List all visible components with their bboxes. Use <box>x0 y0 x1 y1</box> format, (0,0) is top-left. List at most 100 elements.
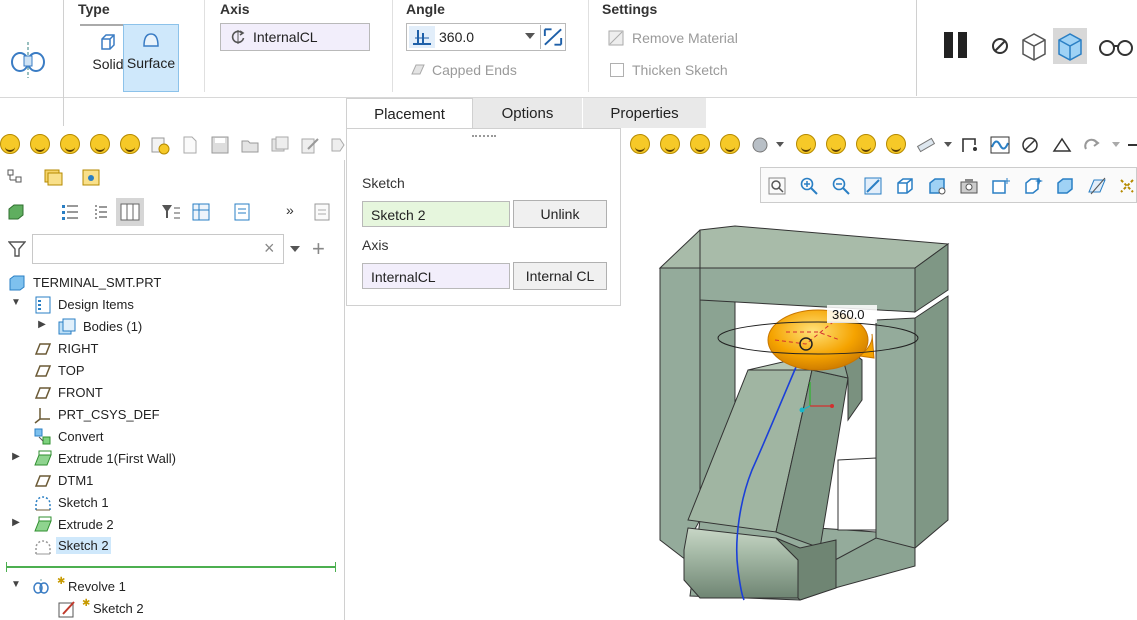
csys-display-icon[interactable] <box>1117 176 1137 196</box>
plane-tool-icon[interactable] <box>1052 135 1072 155</box>
favorites-icon[interactable] <box>80 166 102 188</box>
smiley-icon[interactable] <box>120 134 140 154</box>
smiley-icon[interactable] <box>0 134 20 154</box>
chevron-down-icon[interactable] <box>776 142 784 147</box>
more-icon[interactable] <box>328 135 348 155</box>
tree-filter-icon[interactable] <box>160 202 182 222</box>
folder-browser-icon[interactable] <box>42 166 64 188</box>
tree-item-label: TERMINAL_SMT.PRT <box>33 275 162 290</box>
save-icon[interactable] <box>210 135 230 155</box>
collapsed-caret-icon[interactable]: ▶ <box>10 517 22 528</box>
tree-item-label: Extrude 2 <box>58 517 114 532</box>
repaint-icon[interactable] <box>863 176 883 196</box>
notes-icon[interactable] <box>312 202 332 222</box>
thicken-sketch-option[interactable]: Thicken Sketch <box>610 62 728 78</box>
angle-from-sketch-icon[interactable] <box>409 26 435 48</box>
smiley-icon[interactable] <box>690 134 710 154</box>
tree-settings-icon[interactable] <box>190 202 212 222</box>
window-icon[interactable] <box>270 135 290 155</box>
tree-columns-icon[interactable] <box>116 198 144 226</box>
measure-icon[interactable] <box>916 135 936 155</box>
chevron-down-icon[interactable] <box>944 142 952 147</box>
axis-collector[interactable]: InternalCL <box>220 23 370 51</box>
expand-tree-icon[interactable] <box>90 202 110 222</box>
curve-icon[interactable] <box>990 135 1010 155</box>
appearance-sphere-icon[interactable] <box>750 135 770 155</box>
smiley-icon[interactable] <box>60 134 80 154</box>
collapsed-caret-icon[interactable]: ▶ <box>10 451 22 462</box>
expanded-caret-icon[interactable]: ▼ <box>10 297 22 308</box>
saved-orientations-icon[interactable] <box>895 176 915 196</box>
perspective-icon[interactable] <box>991 176 1011 196</box>
smiley-icon[interactable] <box>856 134 876 154</box>
tree-list-icon[interactable] <box>60 202 80 222</box>
terminal-part-model[interactable]: 360.0 <box>640 222 960 612</box>
smiley-icon[interactable] <box>886 134 906 154</box>
smiley-icon[interactable] <box>720 134 740 154</box>
pause-icon[interactable] <box>941 28 975 64</box>
drag-handle[interactable] <box>472 135 496 138</box>
tab-options[interactable]: Options <box>473 98 583 128</box>
surface-button[interactable]: Surface <box>123 24 179 92</box>
chevron-down-icon[interactable] <box>525 33 535 39</box>
regenerate-icon[interactable] <box>150 135 170 155</box>
overflow-chevron-icon[interactable]: » <box>286 202 294 218</box>
view-manager-icon[interactable] <box>959 176 979 196</box>
smiley-icon[interactable] <box>660 134 680 154</box>
attached-preview-icon[interactable] <box>1017 28 1051 64</box>
filter-icon[interactable] <box>8 240 26 258</box>
remove-material-option[interactable]: Remove Material <box>608 30 738 46</box>
search-input[interactable] <box>32 234 284 264</box>
chevron-down-icon[interactable] <box>1112 142 1120 147</box>
close-icon[interactable]: × <box>264 238 275 259</box>
smiley-icon[interactable] <box>796 134 816 154</box>
model-tree-icon[interactable] <box>6 168 24 186</box>
collapsed-caret-icon[interactable]: ▶ <box>36 319 48 330</box>
internal-cl-button[interactable]: Internal CL <box>513 262 607 290</box>
smiley-icon[interactable] <box>826 134 846 154</box>
revolve-feature-icon <box>11 42 45 78</box>
insert-indicator[interactable] <box>6 562 336 572</box>
more-icon[interactable] <box>1126 135 1137 155</box>
display-style-icon[interactable] <box>927 176 947 196</box>
verify-mode-icon[interactable] <box>1097 28 1135 64</box>
new-file-icon[interactable] <box>180 135 200 155</box>
unlink-button[interactable]: Unlink <box>513 200 607 228</box>
axis-collector-panel[interactable]: InternalCL <box>362 263 510 289</box>
chevron-down-icon[interactable] <box>290 246 300 252</box>
zoom-in-icon[interactable] <box>799 176 819 196</box>
axis-tool-icon[interactable] <box>1020 135 1040 155</box>
spin-center-icon[interactable] <box>1055 176 1075 196</box>
annotation-display-icon[interactable] <box>1023 176 1043 196</box>
smiley-icon[interactable] <box>30 134 50 154</box>
zoom-out-icon[interactable] <box>831 176 851 196</box>
tab-placement[interactable]: Placement <box>346 98 473 128</box>
tree-item-label: Extrude 1(First Wall) <box>58 451 176 466</box>
smiley-icon[interactable] <box>630 134 650 154</box>
no-preview-icon[interactable] <box>985 28 1019 64</box>
solid-icon <box>101 34 115 50</box>
sketch-collector[interactable]: Sketch 2 <box>362 201 510 227</box>
smiley-icon[interactable] <box>90 134 110 154</box>
model-display-icon[interactable] <box>6 202 26 222</box>
datum-point-icon[interactable] <box>960 135 980 155</box>
tree-item-label: PRT_CSYS_DEF <box>58 407 160 422</box>
thicken-sketch-label: Thicken Sketch <box>632 62 728 78</box>
refit-icon[interactable] <box>767 176 787 196</box>
thicken-sketch-checkbox[interactable] <box>610 63 624 77</box>
angle-dimension-label[interactable]: 360.0 <box>832 307 865 322</box>
csys-icon <box>34 408 50 424</box>
expanded-caret-icon[interactable]: ▼ <box>10 579 22 590</box>
open-icon[interactable] <box>240 135 260 155</box>
edit-icon[interactable] <box>300 135 320 155</box>
show-icon[interactable] <box>232 202 252 222</box>
tab-properties[interactable]: Properties <box>583 98 707 128</box>
convert-icon <box>34 428 51 445</box>
capped-ends-option[interactable]: Capped Ends <box>410 62 517 78</box>
detached-preview-icon[interactable] <box>1053 28 1087 64</box>
flip-direction-icon[interactable] <box>540 25 565 49</box>
add-icon[interactable]: + <box>312 236 325 262</box>
datum-display-icon[interactable] <box>1087 176 1107 196</box>
angle-input[interactable]: 360.0 <box>406 23 566 51</box>
redo-icon[interactable] <box>1082 135 1102 155</box>
